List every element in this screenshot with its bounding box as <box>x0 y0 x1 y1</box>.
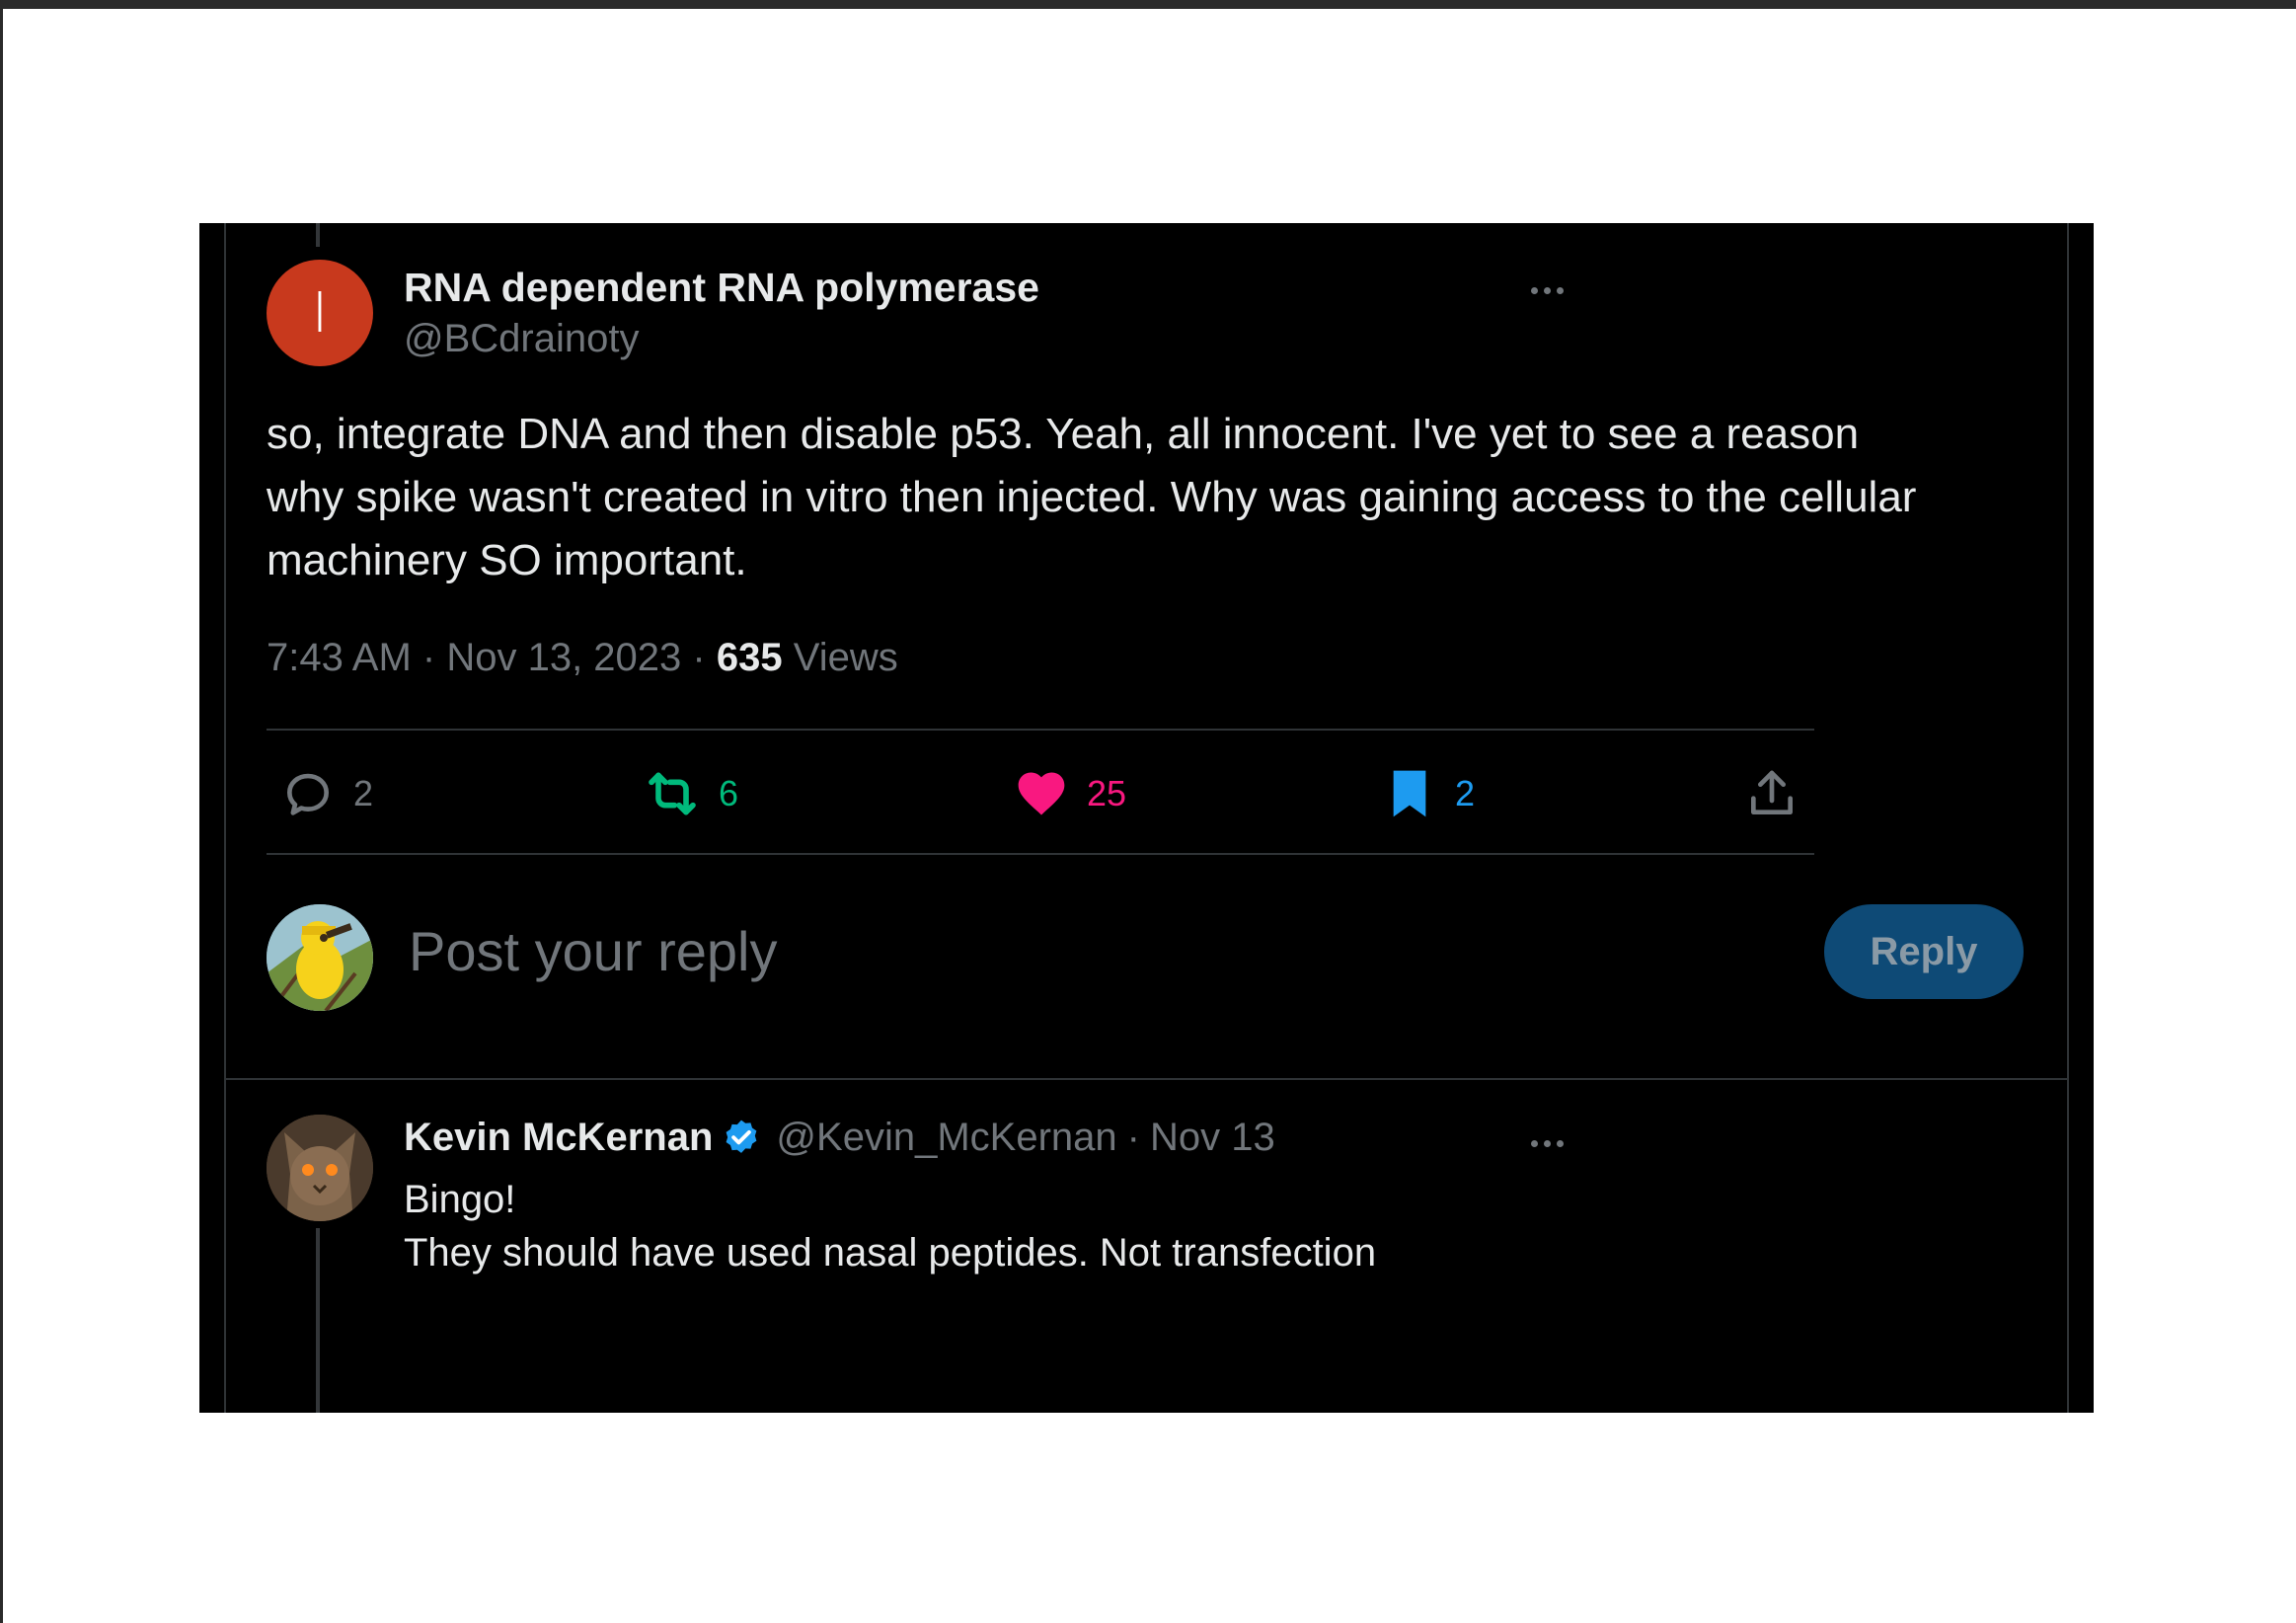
tweet-time[interactable]: 7:43 AM <box>267 636 412 679</box>
avatar-letter: I <box>311 280 329 346</box>
avatar-cat-photo <box>267 1115 373 1221</box>
column-border-right <box>2067 223 2069 1413</box>
reply-text-line: Bingo! <box>404 1178 516 1221</box>
header-separator: · <box>1126 1116 1140 1159</box>
share-upload-icon <box>1751 770 1793 814</box>
speech-bubble-icon <box>287 773 329 815</box>
meta-separator: · <box>692 636 706 679</box>
bookmark-count: 2 <box>1455 773 1476 813</box>
repost-arrows-icon <box>649 772 696 815</box>
views-label: Views <box>793 636 898 679</box>
tweet-text: so, integrate DNA and then disable p53. … <box>267 410 1917 584</box>
share-action[interactable] <box>1744 764 1799 823</box>
thread-connector <box>316 1228 320 1413</box>
current-user-avatar[interactable] <box>267 904 373 1011</box>
repost-action[interactable]: 6 <box>644 764 738 823</box>
action-bar-divider-bottom <box>267 853 1814 855</box>
repost-count: 6 <box>719 773 739 813</box>
action-bar-divider-top <box>267 729 1814 731</box>
author-handle[interactable]: @BCdrainoty <box>404 317 639 361</box>
views-count: 635 <box>716 636 783 679</box>
column-border-left <box>224 223 226 1413</box>
heart-icon <box>1018 772 1065 815</box>
reply-author-name[interactable]: Kevin McKernan <box>404 1116 713 1160</box>
reply-date[interactable]: Nov 13 <box>1150 1116 1275 1160</box>
meta-separator: · <box>421 636 436 679</box>
verified-badge-icon[interactable] <box>721 1118 762 1159</box>
tweet-thread-card: I RNA dependent RNA polymerase @BCdraino… <box>199 223 2094 1413</box>
thread-connector-top <box>316 223 320 247</box>
reply-more-options-icon[interactable] <box>1517 1123 1576 1163</box>
avatar-illustration <box>267 904 373 1011</box>
window-left-border <box>0 0 3 1623</box>
reply-button[interactable]: Reply <box>1824 904 2024 999</box>
tweet-date[interactable]: Nov 13, 2023 <box>446 636 681 679</box>
reply-input[interactable]: Post your reply <box>409 919 778 983</box>
reply-count: 2 <box>353 773 374 813</box>
like-count: 25 <box>1087 773 1127 813</box>
reply-author-handle[interactable]: @Kevin_McKernan <box>776 1116 1116 1160</box>
reply-author-avatar[interactable] <box>267 1115 373 1221</box>
like-action[interactable]: 25 <box>1014 764 1126 823</box>
reply-text-line: They should have used nasal peptides. No… <box>404 1231 1377 1275</box>
reply-text: Bingo! They should have used nasal peptid… <box>404 1173 1376 1279</box>
author-avatar[interactable]: I <box>267 260 373 366</box>
author-name[interactable]: RNA dependent RNA polymerase <box>404 265 1039 311</box>
more-options-icon[interactable] <box>1517 270 1576 310</box>
reply-header: Kevin McKernan @Kevin_McKernan · Nov 13 <box>404 1116 1275 1160</box>
bookmark-action[interactable]: 2 <box>1382 764 1475 823</box>
section-divider <box>224 1078 2069 1080</box>
tweet-meta: 7:43 AM · Nov 13, 2023 · 635 Views <box>267 636 898 680</box>
window-top-border <box>0 0 2296 9</box>
reply-action[interactable]: 2 <box>280 764 373 823</box>
bookmark-icon <box>1393 770 1426 817</box>
